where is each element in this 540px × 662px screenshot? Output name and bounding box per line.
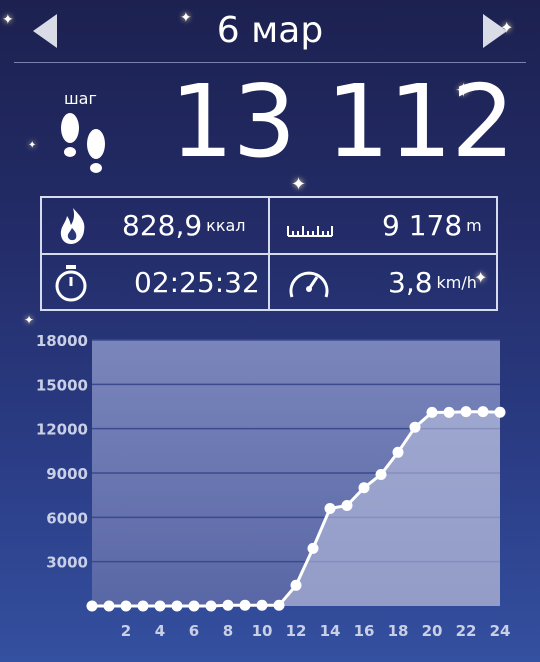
y-axis-ticks: 18000 15000 12000 9000 6000 3000 [36, 332, 88, 572]
data-point [324, 502, 336, 514]
data-point [477, 406, 489, 418]
data-point [460, 406, 472, 418]
data-point [443, 406, 455, 418]
star-decoration: ✦ [28, 140, 37, 151]
steps-count: 13 112 [170, 63, 515, 180]
data-point [358, 482, 370, 494]
footprints-icon [61, 113, 105, 173]
x-tick-label: 20 [422, 622, 443, 640]
speed-stat: 3,8 km/h [388, 255, 500, 310]
x-tick-label: 6 [189, 622, 199, 640]
data-point [273, 599, 285, 611]
x-tick-label: 16 [354, 622, 375, 640]
y-tick-label: 18000 [36, 332, 88, 350]
ruler-icon [287, 225, 333, 237]
y-tick-label: 12000 [36, 421, 88, 439]
time-icon-cell [52, 255, 90, 310]
data-point [341, 500, 353, 512]
y-tick-label: 6000 [46, 509, 88, 527]
next-day-button[interactable] [483, 14, 507, 48]
data-point [290, 579, 302, 591]
data-point [103, 600, 115, 612]
flame-icon [60, 207, 85, 244]
calories-value: 828,9 [122, 209, 203, 242]
x-tick-label: 10 [252, 622, 273, 640]
distance-stat: 9 178 m [382, 198, 498, 253]
distance-value: 9 178 [382, 209, 463, 242]
stopwatch-icon [55, 264, 87, 301]
data-point [375, 468, 387, 480]
calories-stat: 828,9 ккал [122, 198, 268, 253]
speed-value: 3,8 [388, 266, 433, 299]
x-tick-label: 14 [320, 622, 341, 640]
x-axis-ticks: 2 4 6 8 10 12 14 16 18 20 22 24 [121, 622, 511, 640]
data-point [409, 421, 421, 433]
speedometer-icon [289, 271, 329, 297]
data-point [154, 600, 166, 612]
y-tick-label: 9000 [46, 465, 88, 483]
stats-panel: 828,9 ккал 9 178 m 02:25:32 3,8 km/h [40, 196, 498, 311]
data-point [307, 542, 319, 554]
speed-unit: km/h [436, 273, 477, 292]
data-point [426, 406, 438, 418]
time-value: 02:25:32 [134, 266, 260, 299]
steps-chart: 180001500012000900060003000 2 4 6 8 10 12 14 16… [36, 332, 511, 640]
data-point [494, 406, 506, 418]
calories-icon-cell [56, 198, 90, 253]
data-point [86, 600, 98, 612]
x-tick-label: 24 [490, 622, 511, 640]
x-tick-label: 18 [388, 622, 409, 640]
x-tick-label: 12 [286, 622, 307, 640]
distance-unit: m [466, 216, 482, 235]
data-point [239, 599, 251, 611]
data-point [256, 599, 268, 611]
y-tick-label: 3000 [46, 554, 88, 572]
data-point [137, 600, 149, 612]
data-point [120, 600, 132, 612]
distance-icon-cell [286, 198, 334, 253]
x-tick-label: 4 [155, 622, 165, 640]
speed-icon-cell [286, 255, 332, 310]
steps-label: шаг [64, 89, 97, 108]
x-tick-label: 22 [456, 622, 477, 640]
calories-unit: ккал [206, 216, 246, 235]
date-title: 6 мар [216, 10, 324, 51]
x-tick-label: 2 [121, 622, 131, 640]
data-point [205, 600, 217, 612]
data-point [188, 600, 200, 612]
time-stat: 02:25:32 [134, 255, 266, 310]
x-tick-label: 8 [223, 622, 233, 640]
data-point [392, 446, 404, 458]
data-point [222, 599, 234, 611]
data-point [171, 600, 183, 612]
y-tick-label: 15000 [36, 376, 88, 394]
